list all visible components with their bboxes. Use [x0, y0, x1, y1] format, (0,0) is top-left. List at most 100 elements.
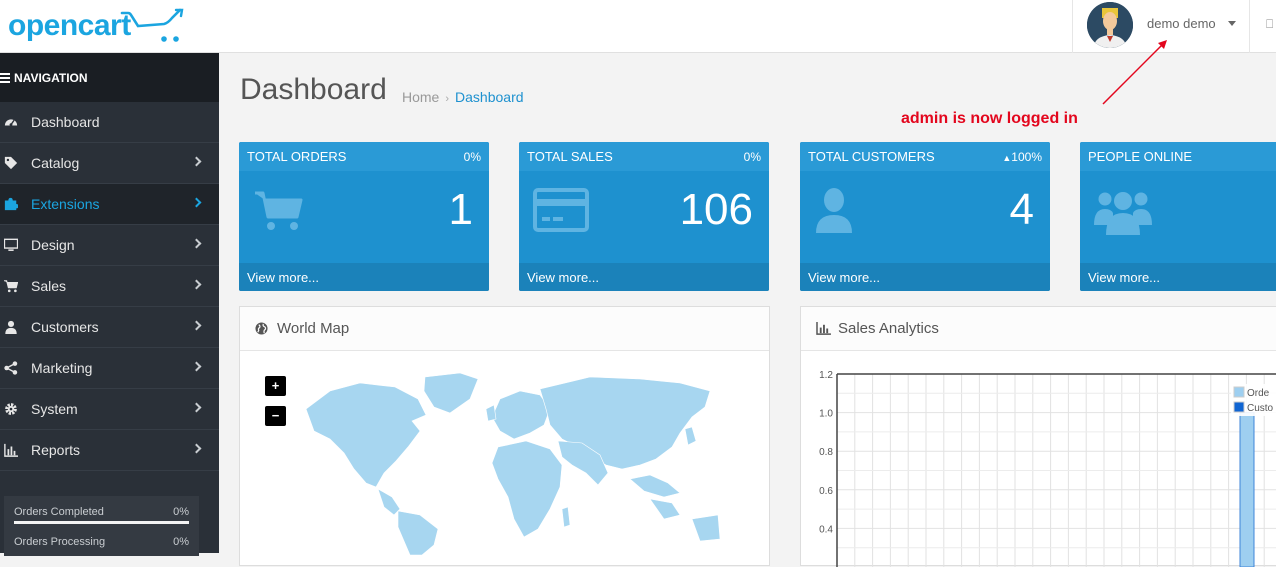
progress-orders-processing: Orders Processing 0% — [14, 536, 189, 566]
sales-analytics-chart: 1.2 1.0 0.8 0.6 0.4 Orde Custo — [819, 370, 1276, 567]
tile-percent-value: 100% — [1011, 150, 1042, 164]
sidebar-item-label: Reports — [31, 442, 81, 458]
tile-percent: ▲100% — [1002, 150, 1042, 164]
tile-title: TOTAL CUSTOMERS — [808, 149, 935, 164]
sidebar-navigation: NAVIGATION Dashboard Catalog Extensions … — [0, 53, 219, 556]
chevron-right-icon — [191, 279, 202, 290]
view-more-link[interactable]: View more... — [1080, 263, 1276, 291]
chevron-right-icon — [191, 443, 202, 454]
view-more-link[interactable]: View more... — [800, 263, 1050, 291]
legend-label-orders: Orde — [1247, 388, 1270, 399]
y-tick-label: 1.0 — [819, 409, 833, 420]
sidebar-item-design[interactable]: Design — [0, 225, 219, 266]
y-tick-label: 0.8 — [819, 447, 833, 458]
sidebar-item-label: System — [31, 401, 78, 417]
tile-title: TOTAL SALES — [527, 149, 613, 164]
sidebar-item-label: Catalog — [31, 155, 80, 171]
tile-value: 4 — [1009, 185, 1034, 234]
user-name: demo demo — [1147, 16, 1216, 31]
tile-percent: 0% — [743, 150, 761, 164]
globe-icon — [255, 322, 268, 335]
zoom-in-button[interactable]: + — [265, 376, 286, 396]
sidebar-item-label: Design — [31, 237, 75, 253]
sidebar-item-label: Customers — [31, 319, 99, 335]
legend-label-customers: Custo — [1247, 403, 1274, 414]
opencart-logo[interactable]: opencart — [8, 6, 184, 46]
view-more-label: View more... — [1088, 270, 1161, 285]
tile-people-online: PEOPLE ONLINE View more... — [1080, 142, 1276, 291]
y-tick-label: 1.2 — [819, 370, 833, 381]
tile-title: PEOPLE ONLINE — [1088, 149, 1193, 164]
breadcrumb-separator-icon: › — [445, 93, 450, 105]
tile-percent: 0% — [463, 150, 481, 164]
breadcrumb: Home › Dashboard — [402, 89, 524, 105]
sidebar-item-sales[interactable]: Sales — [0, 266, 219, 307]
sidebar-item-system[interactable]: System — [0, 389, 219, 430]
chevron-right-icon — [191, 156, 202, 167]
chevron-right-icon — [191, 320, 202, 331]
world-map[interactable] — [300, 369, 720, 555]
sidebar-item-label: Marketing — [31, 360, 93, 376]
progress-value: 0% — [173, 506, 189, 518]
chevron-right-icon — [191, 197, 202, 208]
tag-icon — [4, 156, 18, 170]
users-icon — [1094, 192, 1152, 235]
logout-icon[interactable]: ⎕ — [1266, 17, 1273, 32]
menu-bars-icon — [0, 71, 10, 85]
view-more-label: View more... — [247, 270, 320, 285]
world-map-panel: World Map + − — [239, 306, 770, 566]
top-header: opencart demo demo ⎕ — [0, 0, 1276, 53]
panel-title: Sales Analytics — [838, 320, 939, 337]
sidebar-item-label: Sales — [31, 278, 67, 294]
user-icon — [5, 320, 17, 334]
tile-value: 106 — [679, 185, 753, 234]
tile-total-customers: TOTAL CUSTOMERS ▲100% 4 View more... — [800, 142, 1050, 291]
sidebar-item-extensions[interactable]: Extensions — [0, 184, 219, 225]
breadcrumb-current[interactable]: Dashboard — [455, 89, 524, 105]
progress-label: Orders Completed — [14, 506, 104, 518]
progress-label: Orders Processing — [14, 536, 106, 548]
chevron-right-icon — [191, 361, 202, 372]
y-tick-label: 0.6 — [819, 486, 833, 497]
user-icon — [816, 188, 852, 233]
share-icon — [4, 361, 18, 375]
credit-card-icon — [533, 188, 589, 232]
logo-text: opencart — [8, 9, 131, 42]
view-more-label: View more... — [527, 270, 600, 285]
monitor-icon — [4, 238, 18, 251]
cart-icon — [255, 191, 303, 230]
annotation-text: admin is now logged in — [901, 110, 1078, 127]
annotation-arrow-icon — [1102, 40, 1167, 105]
tile-title: TOTAL ORDERS — [247, 149, 347, 164]
puzzle-icon — [4, 197, 18, 211]
caret-down-icon — [1228, 21, 1236, 26]
navigation-heading-label: NAVIGATION — [14, 70, 88, 85]
view-more-label: View more... — [808, 270, 881, 285]
view-more-link[interactable]: View more... — [519, 263, 769, 291]
chevron-right-icon — [191, 402, 202, 413]
panel-title: World Map — [277, 320, 350, 337]
dashboard-icon — [4, 119, 18, 127]
sidebar-item-label: Extensions — [31, 196, 100, 212]
sidebar-item-catalog[interactable]: Catalog — [0, 143, 219, 184]
logo-cart-icon — [120, 8, 184, 42]
navigation-heading[interactable]: NAVIGATION — [0, 53, 219, 102]
bar-orders — [1239, 412, 1255, 567]
progress-bar — [14, 521, 189, 524]
sidebar-item-reports[interactable]: Reports — [0, 430, 219, 471]
view-more-link[interactable]: View more... — [239, 263, 489, 291]
sidebar-item-label: Dashboard — [31, 114, 100, 130]
progress-value: 0% — [173, 536, 189, 548]
zoom-out-button[interactable]: − — [265, 406, 286, 426]
chevron-right-icon — [191, 238, 202, 249]
sidebar-item-marketing[interactable]: Marketing — [0, 348, 219, 389]
sidebar-item-customers[interactable]: Customers — [0, 307, 219, 348]
sidebar-item-dashboard[interactable]: Dashboard — [0, 102, 219, 143]
breadcrumb-home[interactable]: Home — [402, 89, 439, 105]
bar-chart-icon — [816, 322, 831, 335]
legend-swatch-orders — [1233, 386, 1245, 398]
sales-analytics-panel: Sales Analytics 1.2 1.0 0.8 0.6 0.4 Orde Custo — [800, 306, 1276, 567]
bar-chart-icon — [4, 443, 18, 457]
y-tick-label: 0.4 — [819, 524, 833, 535]
cart-icon — [4, 280, 18, 293]
